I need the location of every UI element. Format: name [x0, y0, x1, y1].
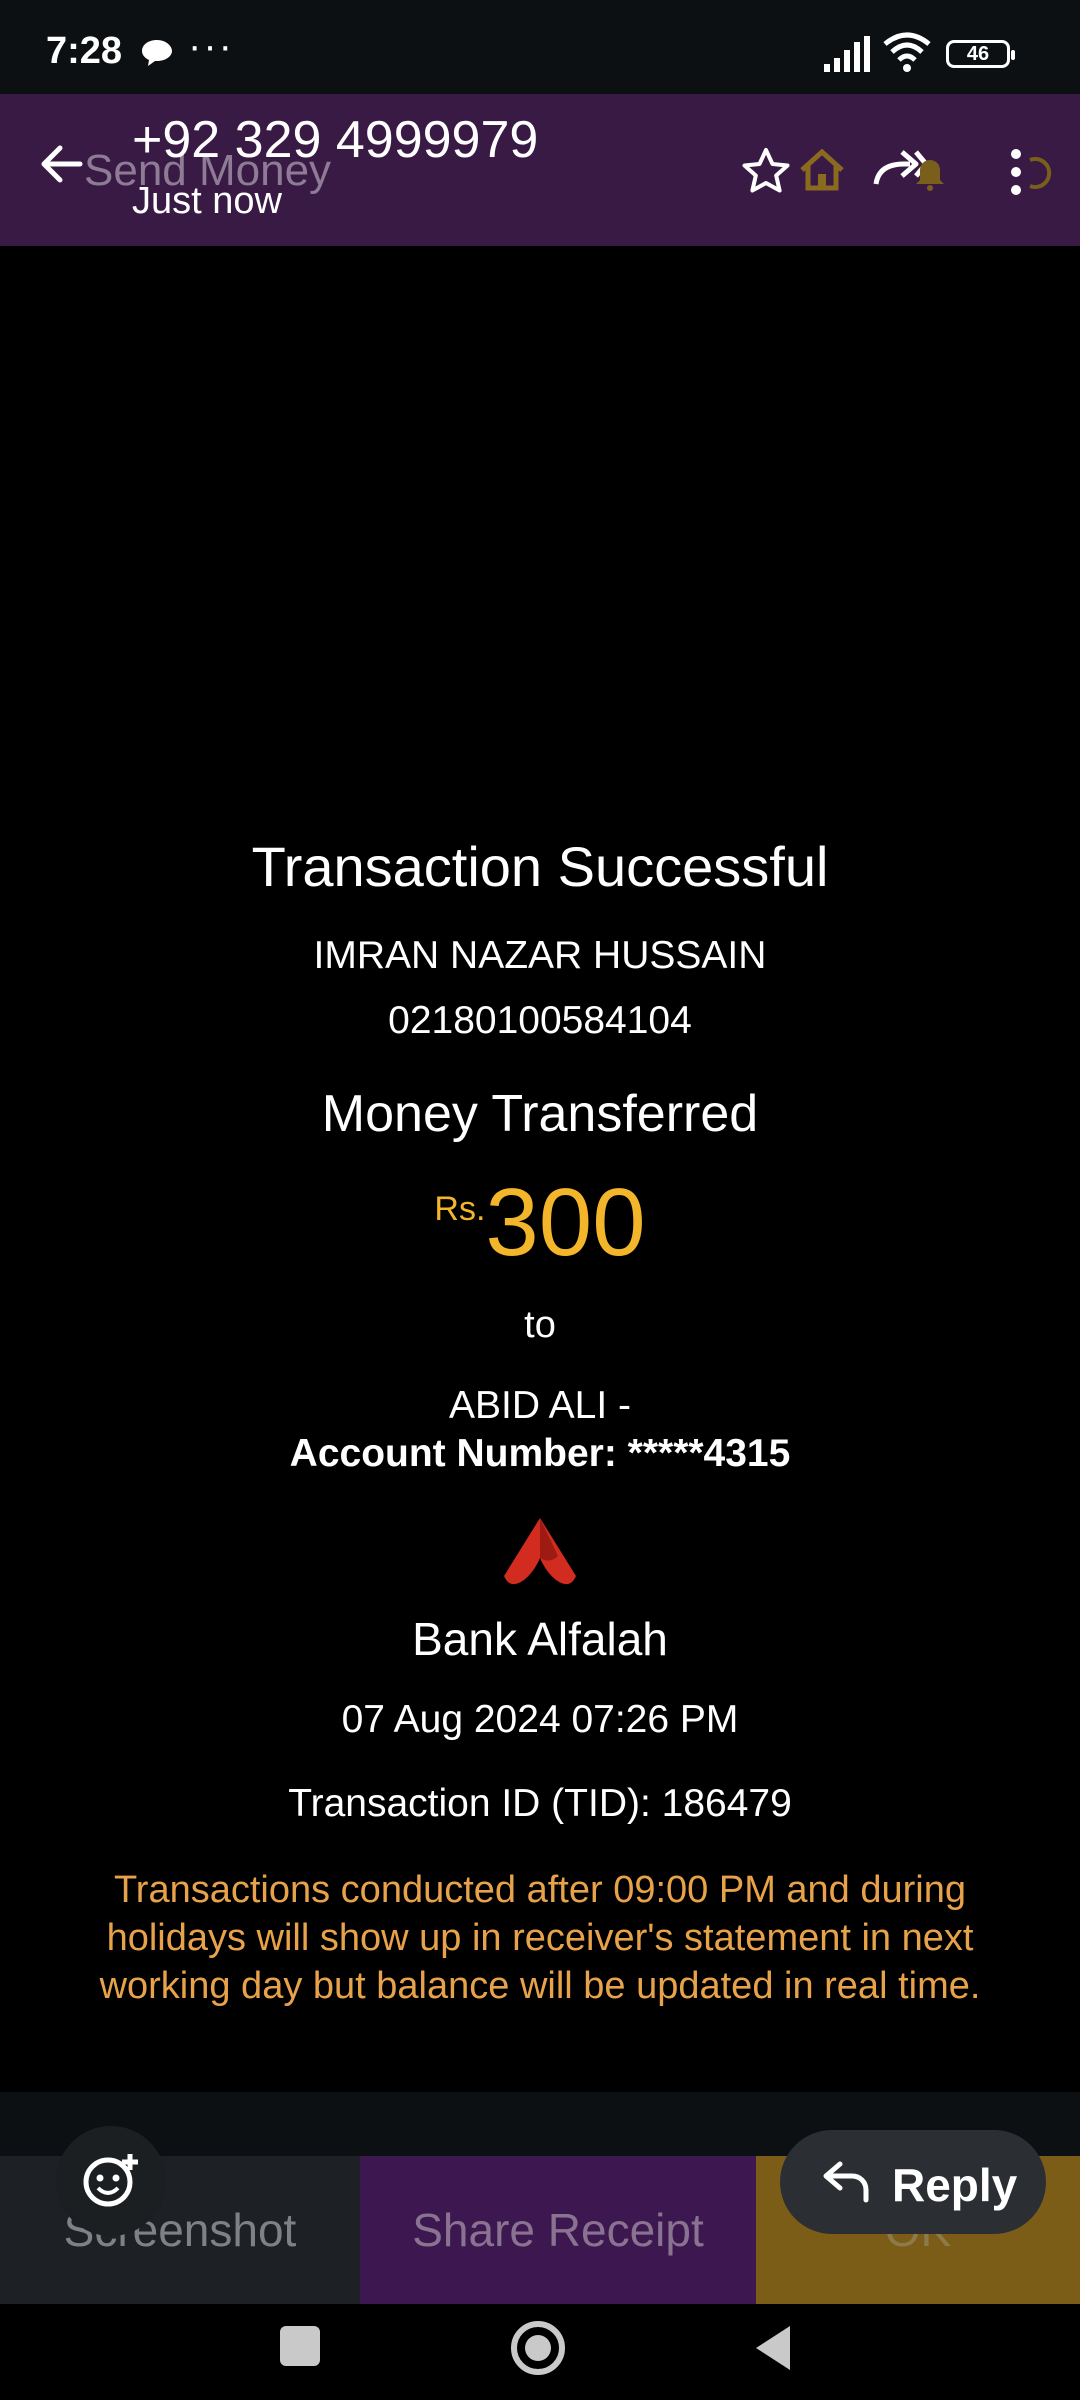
money-transferred-label: Money Transferred: [321, 1085, 759, 1143]
more-notifications-icon: ···: [188, 24, 234, 68]
reply-label: Reply: [892, 2159, 1018, 2211]
back-arrow-icon[interactable]: [36, 138, 88, 195]
status-bar: 7:28 ··· 46: [0, 0, 1080, 94]
to-label: to: [524, 1304, 556, 1346]
bank-name: Bank Alfalah: [412, 1613, 668, 1665]
chat-header: Send Money +92 329 4999979 Just now: [0, 94, 1080, 246]
status-time: 7:28: [46, 30, 123, 72]
recipient-account-number: Account Number: *****4315: [289, 1432, 791, 1475]
home-button-icon[interactable]: [508, 2318, 568, 2383]
sender-name: IMRAN NAZAR HUSSAIN: [313, 934, 767, 977]
transaction-datetime: 07 Aug 2024 07:26 PM: [341, 1698, 739, 1741]
message-timestamp: Just now: [132, 180, 282, 222]
processing-note: Transactions conducted after 09:00 PM an…: [99, 1869, 981, 2007]
screenshot-button[interactable]: Screenshot: [0, 2156, 360, 2304]
bank-alfalah-logo: [500, 1514, 580, 1599]
system-navigation-bar: [0, 2304, 1080, 2400]
add-reaction-icon: [83, 2154, 138, 2207]
amount-value: 300: [485, 1169, 646, 1276]
star-icon[interactable]: [740, 146, 792, 203]
currency-label: Rs.: [434, 1190, 486, 1228]
more-options-icon[interactable]: [1006, 144, 1052, 205]
sender-account-number: 02180100584104: [388, 999, 692, 1042]
reply-button[interactable]: Reply: [780, 2130, 1046, 2234]
transaction-receipt: Transaction Successful IMRAN NAZAR HUSSA…: [0, 246, 1080, 2092]
share-receipt-button[interactable]: Share Receipt: [360, 2156, 756, 2304]
transaction-status-title: Transaction Successful: [251, 835, 829, 898]
amount-display: Rs.300: [0, 1168, 1080, 1278]
home-icon: [796, 144, 848, 201]
wifi-icon: [882, 30, 932, 79]
recipient-name: ABID ALI -: [448, 1384, 632, 1427]
bell-icon: [912, 152, 948, 197]
chat-bubble-icon: [140, 38, 174, 73]
recents-icon[interactable]: [280, 2326, 320, 2366]
reply-arrow-icon: [823, 2161, 869, 2203]
transaction-id: Transaction ID (TID): 186479: [288, 1782, 792, 1825]
nav-back-icon[interactable]: [750, 2322, 794, 2379]
add-reaction-button[interactable]: [56, 2126, 166, 2236]
signal-icon: [822, 34, 872, 79]
battery-indicator: 46: [946, 40, 1015, 68]
contact-number[interactable]: +92 329 4999979: [132, 110, 538, 170]
